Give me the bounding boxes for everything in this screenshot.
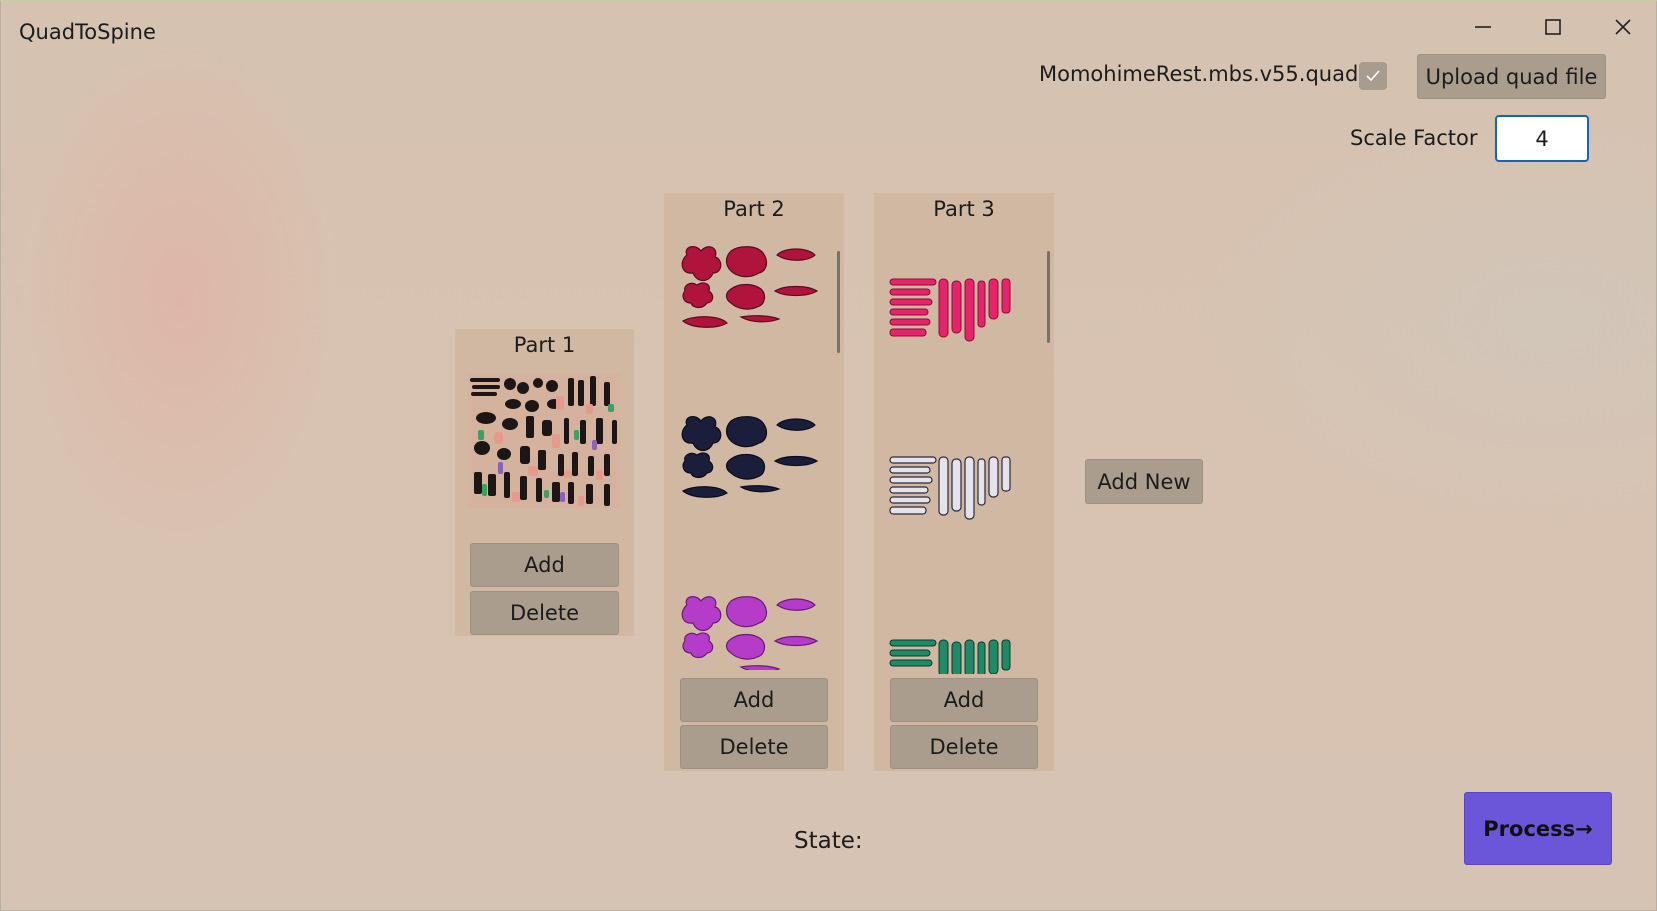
part-2-delete-button[interactable]: Delete (680, 725, 828, 769)
upload-quad-file-button[interactable]: Upload quad file (1417, 54, 1606, 99)
process-button[interactable]: Process→ (1464, 792, 1612, 865)
part-3-add-button[interactable]: Add (890, 678, 1038, 722)
part-2-atlas-navy (681, 416, 819, 498)
scale-factor-label: Scale Factor (1350, 126, 1478, 150)
file-loaded-checkbox[interactable] (1359, 62, 1387, 90)
part-1-title: Part 1 (513, 333, 576, 357)
minimize-icon (1475, 26, 1491, 28)
part-3-atlas-pink (889, 278, 1011, 342)
part-2-atlas-magenta (681, 596, 819, 670)
scale-factor-input[interactable] (1495, 115, 1589, 162)
part-1-add-button[interactable]: Add (470, 543, 619, 587)
part-1-delete-button[interactable]: Delete (470, 591, 619, 635)
minimize-button[interactable] (1460, 10, 1506, 44)
app-title: QuadToSpine (19, 20, 156, 44)
quad-file-name: MomohimeRest.mbs.v55.quad (1039, 62, 1359, 86)
part-2-panel: Part 2 Add Delete (664, 193, 844, 771)
part-3-panel: Part 3 Add Delete (874, 193, 1054, 771)
close-button[interactable] (1600, 10, 1646, 44)
part-2-atlas-crimson (681, 246, 819, 328)
part-2-title: Part 2 (723, 197, 785, 221)
add-new-part-button[interactable]: Add New (1085, 459, 1203, 504)
maximize-icon (1545, 19, 1561, 35)
part-3-delete-button[interactable]: Delete (890, 725, 1038, 769)
part-2-scrollbar[interactable] (837, 251, 840, 353)
part-1-atlas-image (468, 374, 620, 508)
maximize-button[interactable] (1530, 10, 1576, 44)
part-1-panel: Part 1 Add Delete (455, 329, 634, 636)
part-3-scrollbar[interactable] (1047, 251, 1050, 343)
part-3-title: Part 3 (933, 197, 995, 221)
part-3-atlas-silver (889, 456, 1011, 520)
close-icon (1615, 19, 1631, 35)
part-2-add-button[interactable]: Add (680, 678, 828, 722)
check-icon (1366, 70, 1380, 82)
part-3-atlas-green (889, 639, 1011, 674)
state-label: State: (794, 828, 863, 854)
